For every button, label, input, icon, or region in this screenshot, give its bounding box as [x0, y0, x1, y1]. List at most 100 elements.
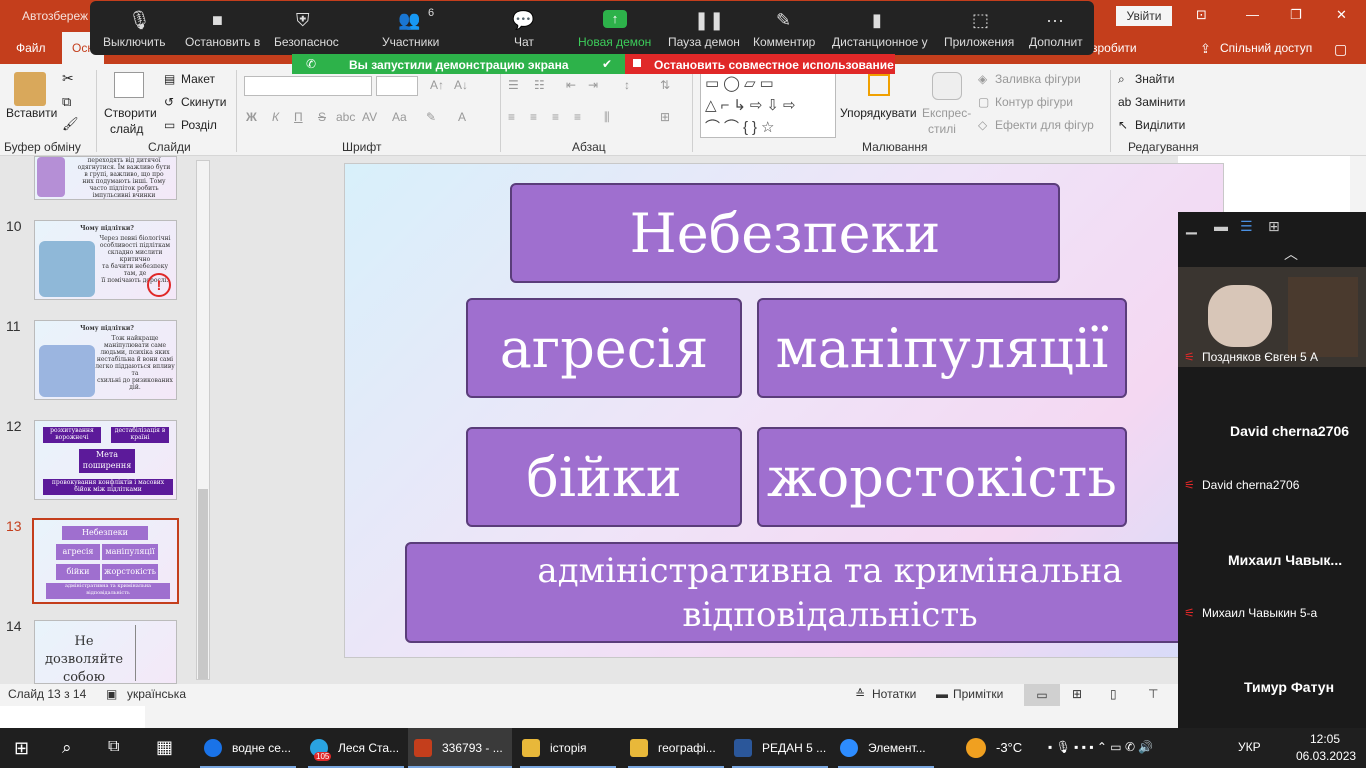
thumbnail-scrollbar[interactable]	[196, 160, 210, 680]
reset-icon[interactable]: ↺	[164, 95, 174, 109]
comments-button[interactable]: Примітки	[953, 687, 1003, 701]
task-view-icon[interactable]: ⧉	[108, 738, 119, 756]
annotate-button[interactable]: Комментир	[753, 35, 815, 49]
font-size-select[interactable]	[376, 76, 418, 96]
quick-styles-icon[interactable]	[932, 72, 962, 100]
align-right-icon[interactable]: ≡	[552, 110, 559, 124]
slide-thumbnail[interactable]: Чому підлітки? Тож найкраще маніпулювати …	[34, 320, 177, 400]
replace-button[interactable]: Замінити	[1135, 95, 1185, 109]
autosave-label[interactable]: Автозбереж	[22, 9, 88, 23]
shape-outline-icon[interactable]: ▢	[978, 95, 989, 109]
slide-box-cruelty[interactable]: жорстокість	[757, 427, 1127, 527]
font-color-icon[interactable]: A	[458, 110, 466, 124]
stop-share-button[interactable]: Остановить совместное использование	[625, 54, 895, 74]
align-center-icon[interactable]: ≡	[530, 110, 537, 124]
slide-box-fights[interactable]: бійки	[466, 427, 742, 527]
columns-icon[interactable]: ⫼	[604, 110, 610, 125]
italic-button[interactable]: К	[272, 110, 279, 124]
taskbar-chrome[interactable]: водне се...	[196, 728, 300, 768]
shape-fill-icon[interactable]: ◈	[978, 72, 987, 86]
chat-icon[interactable]: 💬	[512, 10, 534, 31]
shape-effects-button[interactable]: Ефекти для фігур	[995, 118, 1094, 132]
section-button[interactable]: Розділ	[181, 118, 217, 132]
apps-button[interactable]: Приложения	[944, 35, 1014, 49]
justify-icon[interactable]: ≡	[574, 110, 581, 124]
mute-button[interactable]: Выключить	[103, 35, 165, 49]
outdent-icon[interactable]: ⇥	[588, 78, 598, 92]
editor-scrollbar[interactable]	[1350, 156, 1366, 212]
select-icon[interactable]: ↖	[1118, 118, 1128, 132]
close-button[interactable]: ✕	[1336, 7, 1347, 23]
participants-button[interactable]: Участники	[382, 35, 439, 49]
clear-format-button[interactable]: abc	[336, 110, 355, 124]
taskbar-powerpoint[interactable]: 336793 - ...	[408, 728, 512, 768]
line-spacing-icon[interactable]: ↕	[624, 78, 630, 92]
slide-box-aggression[interactable]: агресія	[466, 298, 742, 398]
comments-icon[interactable]: ▬	[936, 687, 948, 701]
grow-font-icon[interactable]: A↑	[430, 78, 444, 92]
weather-sun-icon[interactable]	[966, 738, 986, 758]
shape-outline-button[interactable]: Контур фігури	[995, 95, 1073, 109]
replace-icon[interactable]: ab	[1118, 95, 1131, 109]
slide-sorter-icon[interactable]: ⊞	[1072, 687, 1082, 701]
tab-file[interactable]: Файл	[16, 41, 46, 55]
slide-box-responsibility[interactable]: адміністративна та кримінальна відповіда…	[405, 542, 1223, 643]
search-icon[interactable]: ⌕	[62, 738, 72, 758]
chat-button[interactable]: Чат	[514, 35, 534, 49]
speaker-view-icon[interactable]: ☰	[1240, 218, 1253, 235]
spellcheck-icon[interactable]: ▣	[106, 687, 117, 701]
clock-time[interactable]: 12:05	[1300, 732, 1350, 746]
taskbar-zoom[interactable]: Элемент...	[834, 728, 938, 768]
language-label[interactable]: українська	[127, 687, 186, 701]
new-slide-icon[interactable]	[114, 72, 144, 98]
paste-button[interactable]: Вставити	[6, 106, 57, 120]
notes-icon[interactable]: ≙	[855, 687, 865, 701]
chevron-up-icon[interactable]: ︿	[1284, 244, 1298, 264]
participant-big-name[interactable]: David cherna2706	[1230, 423, 1349, 439]
slide-thumbnail[interactable]: розхитування ворожнечі дестабілізація в …	[34, 420, 177, 500]
reset-button[interactable]: Скинути	[181, 95, 226, 109]
cut-icon[interactable]: ✂	[62, 70, 74, 87]
reading-view-icon[interactable]: ▯	[1110, 687, 1117, 701]
comments-icon[interactable]: ▢	[1334, 41, 1347, 58]
tray-icons[interactable]: ▪ 🎙 ▪ ▪ ▪ ⌃ ▭ ✆ 🔊	[1048, 740, 1153, 754]
current-slide[interactable]: Небезпеки агресія маніпуляції бійки жорс…	[344, 163, 1224, 658]
slide-thumbnail[interactable]: Не дозволяйте собою маніпулювати!	[34, 620, 177, 684]
apps-icon[interactable]: ⬚	[972, 10, 989, 31]
shapes-gallery[interactable]: ▭◯▱▭ △⌐↳⇨⇩⇨ ⌒⌒{}☆	[700, 72, 836, 138]
minimize-button[interactable]: —	[1246, 7, 1259, 22]
mouse-icon[interactable]: ▮	[872, 10, 882, 31]
remote-control-button[interactable]: Дистанционное у	[832, 35, 928, 49]
shape-effects-icon[interactable]: ◇	[978, 118, 987, 132]
new-slide-label-2[interactable]: слайд	[110, 122, 143, 136]
signin-button[interactable]: Увійти	[1116, 6, 1172, 26]
section-icon[interactable]: ▭	[164, 118, 175, 132]
slide-title-box[interactable]: Небезпеки	[510, 183, 1060, 283]
shape-fill-button[interactable]: Заливка фігури	[995, 72, 1081, 86]
arrange-icon[interactable]	[868, 74, 890, 96]
text-direction-icon[interactable]: ⇅	[660, 78, 670, 92]
maximize-button[interactable]: ❐	[1290, 7, 1302, 23]
smartart-icon[interactable]: ⊞	[660, 110, 670, 124]
font-family-select[interactable]	[244, 76, 372, 96]
layout-icon[interactable]: ▤	[164, 72, 175, 86]
video-camera-icon[interactable]: ■	[212, 10, 223, 31]
annotate-pen-icon[interactable]: ✎	[776, 10, 791, 31]
notes-button[interactable]: Нотатки	[872, 687, 916, 701]
participant-big-name[interactable]: Тимур Фатун	[1244, 679, 1334, 695]
pause-share-button[interactable]: Пауза демон	[668, 35, 740, 49]
share-screen-icon[interactable]: ↑	[603, 10, 627, 28]
share-icon[interactable]: ⇪	[1200, 41, 1211, 57]
find-icon[interactable]: ⌕	[1118, 72, 1125, 87]
underline-button[interactable]: П	[294, 110, 303, 124]
change-case-button[interactable]: Aa	[392, 110, 407, 124]
language-indicator[interactable]: УКР	[1238, 740, 1261, 754]
new-slide-label-1[interactable]: Створити	[104, 106, 157, 120]
select-button[interactable]: Виділити	[1135, 118, 1185, 132]
participant-big-name[interactable]: Михаил Чавык...	[1228, 552, 1342, 568]
highlight-icon[interactable]: ✎	[426, 110, 436, 124]
slide-thumbnail[interactable]: Чому підлітки? Через певні біологічні осо…	[34, 220, 177, 300]
taskbar-word[interactable]: РЕДАН 5 ...	[728, 728, 832, 768]
bullets-icon[interactable]: ☰	[508, 78, 519, 92]
align-left-icon[interactable]: ≡	[508, 110, 515, 124]
